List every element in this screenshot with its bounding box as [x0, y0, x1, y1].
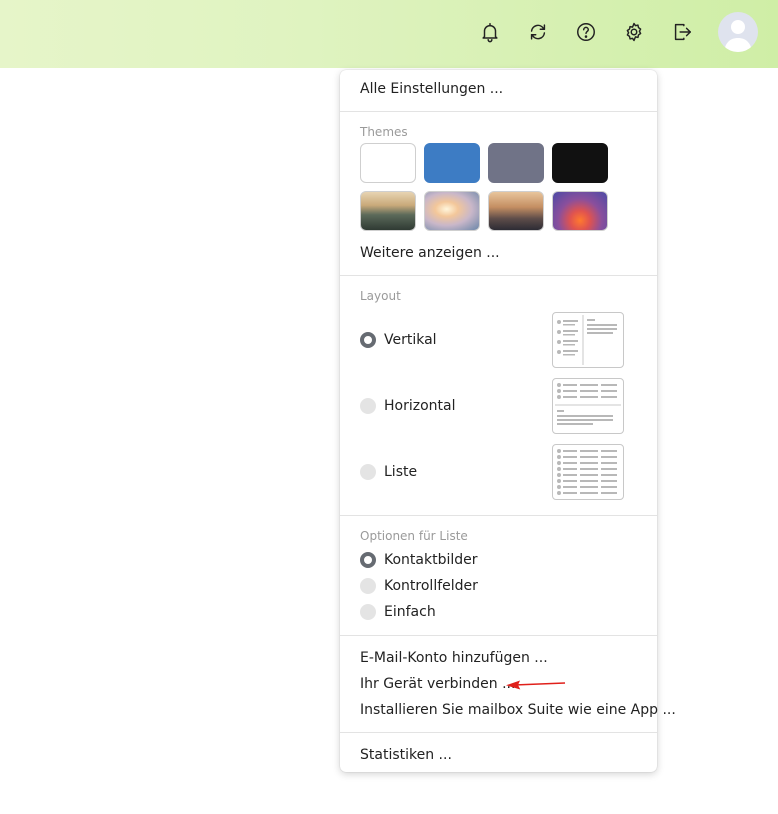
logout-icon[interactable] [670, 20, 694, 44]
radio-unselected[interactable] [360, 464, 376, 480]
layout-label: Layout [360, 289, 401, 303]
more-themes-item[interactable]: Weitere anzeigen ... [360, 245, 500, 261]
theme-beach-image[interactable] [424, 191, 480, 231]
theme-city-image[interactable] [488, 191, 544, 231]
list-option-simple[interactable]: Einfach [360, 604, 436, 620]
themes-label: Themes [360, 125, 408, 139]
radio-unselected[interactable] [360, 604, 376, 620]
help-icon[interactable] [574, 20, 598, 44]
divider [340, 515, 657, 516]
connect-device-item[interactable]: Ihr Gerät verbinden ... [360, 676, 515, 692]
layout-horizontal-option[interactable]: Horizontal [360, 398, 455, 414]
gear-icon[interactable] [622, 20, 646, 44]
bell-icon[interactable] [478, 20, 502, 44]
radio-selected[interactable] [360, 552, 376, 568]
divider [340, 111, 657, 112]
radio-selected[interactable] [360, 332, 376, 348]
theme-blue-swatch[interactable] [424, 143, 480, 183]
statistics-item[interactable]: Statistiken ... [360, 747, 452, 763]
theme-gradient-image[interactable] [552, 191, 608, 231]
layout-horizontal-thumbnail[interactable] [552, 378, 624, 434]
radio-unselected[interactable] [360, 578, 376, 594]
sync-icon[interactable] [526, 20, 550, 44]
theme-black-swatch[interactable] [552, 143, 608, 183]
list-option-contact-images[interactable]: Kontaktbilder [360, 552, 478, 568]
layout-list-thumbnail[interactable] [552, 444, 624, 500]
divider [340, 275, 657, 276]
settings-menu: Alle Einstellungen ... Themes Weitere an… [340, 70, 676, 772]
list-option-checkboxes[interactable]: Kontrollfelder [360, 578, 478, 594]
theme-white-swatch[interactable] [360, 143, 416, 183]
radio-unselected[interactable] [360, 398, 376, 414]
avatar[interactable] [718, 12, 758, 52]
layout-list-option[interactable]: Liste [360, 464, 417, 480]
theme-mountain-image[interactable] [360, 191, 416, 231]
layout-vertical-thumbnail[interactable] [552, 312, 624, 368]
annotation-arrow-icon [506, 680, 566, 690]
add-email-account-item[interactable]: E-Mail-Konto hinzufügen ... [360, 650, 548, 666]
divider [340, 635, 657, 636]
theme-grey-swatch[interactable] [488, 143, 544, 183]
list-options-label: Optionen für Liste [360, 529, 468, 543]
all-settings-item[interactable]: Alle Einstellungen ... [360, 81, 503, 97]
divider [340, 732, 657, 733]
top-bar [0, 0, 778, 68]
layout-vertical-option[interactable]: Vertikal [360, 332, 437, 348]
install-app-item[interactable]: Installieren Sie mailbox Suite wie eine … [360, 702, 676, 718]
